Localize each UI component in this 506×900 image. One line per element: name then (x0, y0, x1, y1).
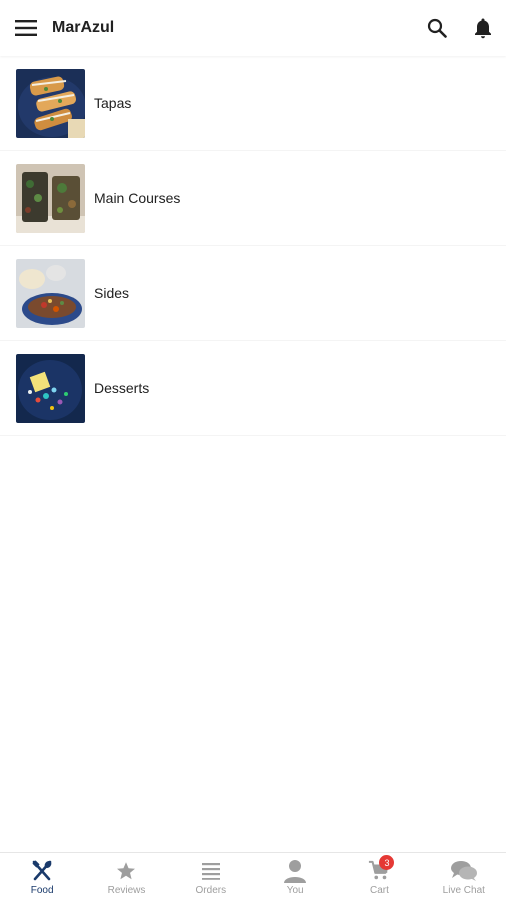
search-button[interactable] (414, 0, 460, 56)
main-courses-photo (16, 163, 85, 233)
bottom-navigation: Food Reviews Orders You 3 Cart Live Chat (0, 852, 506, 900)
star-icon (117, 862, 136, 880)
app-screen: MarAzul Tapas Main Courses Sides Dessert… (0, 0, 506, 900)
category-item-main-courses[interactable]: Main Courses (0, 151, 506, 246)
fork-spoon-icon (32, 860, 52, 881)
search-icon (427, 18, 447, 38)
nav-tab-live-chat[interactable]: Live Chat (422, 853, 506, 900)
nav-label: Reviews (107, 885, 146, 896)
category-label: Desserts (94, 380, 150, 396)
category-list: Tapas Main Courses Sides Desserts (0, 56, 506, 436)
nav-label: Food (30, 885, 54, 896)
category-label: Sides (94, 285, 130, 301)
person-icon (284, 860, 307, 883)
category-item-desserts[interactable]: Desserts (0, 341, 506, 436)
notifications-button[interactable] (460, 0, 506, 56)
cart-count-badge: 3 (379, 855, 395, 870)
tapas-photo (16, 68, 85, 138)
nav-tab-orders[interactable]: Orders (169, 853, 253, 900)
category-label: Main Courses (94, 190, 181, 206)
app-title: MarAzul (52, 19, 115, 36)
nav-tab-cart[interactable]: 3 Cart (337, 853, 421, 900)
nav-tab-you[interactable]: You (253, 853, 337, 900)
app-bar: MarAzul (0, 0, 506, 56)
desserts-photo (16, 353, 85, 423)
category-item-tapas[interactable]: Tapas (0, 56, 506, 151)
list-icon (201, 863, 220, 880)
nav-label: You (286, 885, 304, 896)
nav-label: Orders (195, 885, 227, 896)
nav-tab-food[interactable]: Food (0, 853, 84, 900)
chat-icon (450, 861, 477, 881)
category-label: Tapas (94, 95, 132, 111)
menu-button[interactable] (0, 0, 52, 56)
category-item-sides[interactable]: Sides (0, 246, 506, 341)
sides-photo (16, 258, 85, 328)
nav-tab-reviews[interactable]: Reviews (84, 853, 168, 900)
bell-icon (475, 18, 491, 39)
nav-label: Live Chat (442, 885, 485, 896)
nav-label: Cart (370, 885, 389, 896)
hamburger-menu-icon (15, 20, 37, 36)
